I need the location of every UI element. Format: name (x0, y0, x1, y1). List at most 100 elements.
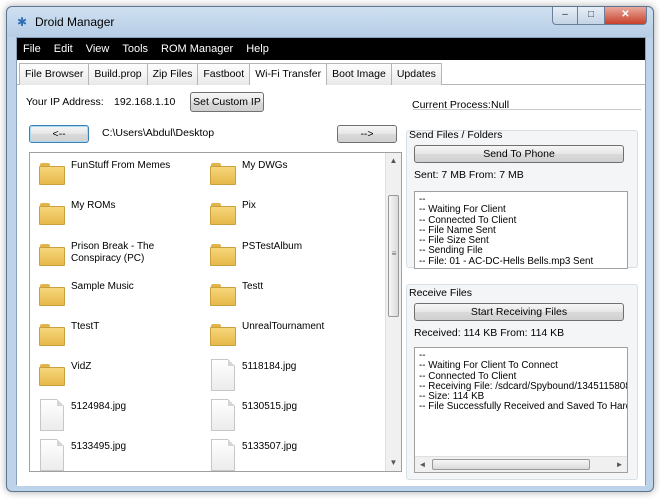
back-button[interactable]: <-- (29, 125, 89, 143)
send-status: Sent: 7 MB From: 7 MB (414, 169, 524, 181)
folder-icon (39, 163, 65, 185)
file-icon (211, 439, 235, 471)
file-name: VidZ (71, 361, 92, 372)
file-name: FunStuff From Memes (71, 160, 171, 171)
android-icon: ✱ (17, 15, 28, 29)
list-item[interactable]: VidZ (39, 358, 209, 394)
file-icon (211, 399, 235, 431)
tab-wifi-transfer[interactable]: Wi-Fi Transfer (249, 63, 328, 86)
list-item[interactable]: Prison Break - The Conspiracy (PC) (39, 238, 209, 274)
file-name: 5133495.jpg (71, 441, 127, 452)
folder-icon (210, 244, 236, 266)
scroll-right-arrow-icon[interactable]: ► (612, 457, 627, 472)
list-item[interactable]: 5118184.jpg (210, 358, 380, 394)
list-item[interactable]: Pix (210, 197, 380, 233)
tab-updates[interactable]: Updates (390, 63, 442, 85)
folder-icon (39, 203, 65, 225)
list-item[interactable]: UnrealTournament (210, 318, 380, 354)
window-title: Droid Manager (35, 15, 115, 29)
folder-icon (210, 284, 236, 306)
tab-boot-image[interactable]: Boot Image (326, 63, 392, 85)
start-receiving-button[interactable]: Start Receiving Files (414, 303, 624, 321)
grip-icon: ≡ (391, 249, 397, 258)
scrollbar-thumb[interactable]: ≡ (388, 195, 399, 317)
file-icon (40, 439, 64, 471)
folder-icon (210, 324, 236, 346)
menu-file[interactable]: File (23, 43, 41, 55)
maximize-button[interactable]: □ (578, 7, 604, 25)
log-line: -- File: 01 - AC-DC-Hells Bells.mp3 Sent (419, 255, 594, 267)
file-name: Sample Music (71, 281, 134, 292)
ip-address-label: Your IP Address: (26, 96, 104, 108)
send-to-phone-button[interactable]: Send To Phone (414, 145, 624, 163)
menu-tools[interactable]: Tools (122, 43, 148, 55)
menu-view[interactable]: View (86, 43, 110, 55)
header-divider (413, 109, 641, 110)
file-name: 5133507.jpg (242, 441, 298, 452)
tab-build-prop[interactable]: Build.prop (88, 63, 148, 85)
tab-strip: File Browser Build.prop Zip Files Fastbo… (17, 60, 645, 86)
close-button[interactable]: ✕ (604, 7, 647, 25)
scroll-down-arrow-icon[interactable]: ▼ (386, 455, 401, 471)
file-name: TtestT (71, 321, 100, 332)
list-item[interactable]: 5133507.jpg (210, 438, 380, 471)
folder-icon (210, 163, 236, 185)
folder-icon (39, 364, 65, 386)
tab-file-browser[interactable]: File Browser (19, 63, 90, 85)
receive-files-group: Receive Files Start Receiving Files Rece… (406, 284, 638, 480)
file-name: UnrealTournament (242, 321, 325, 332)
window-controls: – □ ✕ (552, 7, 647, 27)
file-name: My ROMs (71, 200, 116, 211)
file-name: 5118184.jpg (242, 361, 297, 372)
receive-log-lines: -- -- Waiting For Client To Connect -- C… (415, 348, 627, 416)
send-log[interactable]: -- -- Waiting For Client -- Connected To… (414, 191, 628, 269)
forward-button[interactable]: --> (337, 125, 397, 143)
list-item[interactable]: My DWGs (210, 157, 380, 193)
folder-icon (210, 203, 236, 225)
file-name: Pix (242, 200, 256, 211)
title-bar: ✱ Droid Manager – □ ✕ (7, 7, 653, 37)
list-item[interactable]: 5130515.jpg (210, 398, 380, 434)
scroll-up-arrow-icon[interactable]: ▲ (386, 153, 401, 169)
set-custom-ip-button[interactable]: Set Custom IP (190, 92, 264, 112)
list-item[interactable]: 5124984.jpg (39, 398, 209, 434)
list-item[interactable]: Testt (210, 278, 380, 314)
receive-log[interactable]: -- -- Waiting For Client To Connect -- C… (414, 347, 628, 473)
list-item[interactable]: Sample Music (39, 278, 209, 314)
receive-status: Received: 114 KB From: 114 KB (414, 327, 565, 339)
file-name: PSTestAlbum (242, 241, 303, 252)
list-item[interactable]: My ROMs (39, 197, 209, 233)
file-icon (40, 399, 64, 431)
send-files-group: Send Files / Folders Send To Phone Sent:… (406, 129, 638, 269)
tab-fastboot[interactable]: Fastboot (197, 63, 251, 85)
menu-rom-manager[interactable]: ROM Manager (161, 43, 233, 55)
receive-log-hscrollbar[interactable]: ◄ ► (415, 456, 627, 472)
scrollbar-thumb[interactable] (432, 459, 590, 470)
menu-help[interactable]: Help (246, 43, 269, 55)
tab-zip-files[interactable]: Zip Files (146, 63, 199, 85)
file-name: Testt (242, 281, 264, 292)
client-area: File Edit View Tools ROM Manager Help Fi… (16, 37, 646, 486)
main-window: ✱ Droid Manager – □ ✕ File Edit View Too… (6, 6, 654, 492)
folder-icon (39, 324, 65, 346)
scroll-left-arrow-icon[interactable]: ◄ (415, 457, 430, 472)
file-name: My DWGs (242, 160, 288, 171)
file-list: FunStuff From Memes My DWGs My ROMs Pix … (29, 152, 402, 472)
file-name: Prison Break - The Conspiracy (PC) (71, 241, 155, 264)
minimize-button[interactable]: – (552, 7, 578, 25)
log-line: -- File Successfully Received and Saved … (419, 401, 628, 413)
file-list-scrollbar[interactable]: ▲ ≡ ▼ (385, 153, 401, 471)
file-name: 5124984.jpg (71, 401, 127, 412)
menu-edit[interactable]: Edit (54, 43, 73, 55)
list-item[interactable]: TtestT (39, 318, 209, 354)
menu-bar: File Edit View Tools ROM Manager Help (17, 38, 645, 60)
ip-address-value: 192.168.1.10 (114, 96, 176, 108)
file-icon (211, 359, 235, 391)
receive-files-title: Receive Files (409, 287, 473, 299)
list-item[interactable]: 5133495.jpg (39, 438, 209, 471)
list-item[interactable]: PSTestAlbum (210, 238, 380, 274)
file-name: 5130515.jpg (242, 401, 298, 412)
folder-icon (39, 284, 65, 306)
list-item[interactable]: FunStuff From Memes (39, 157, 209, 193)
send-files-title: Send Files / Folders (409, 129, 503, 141)
